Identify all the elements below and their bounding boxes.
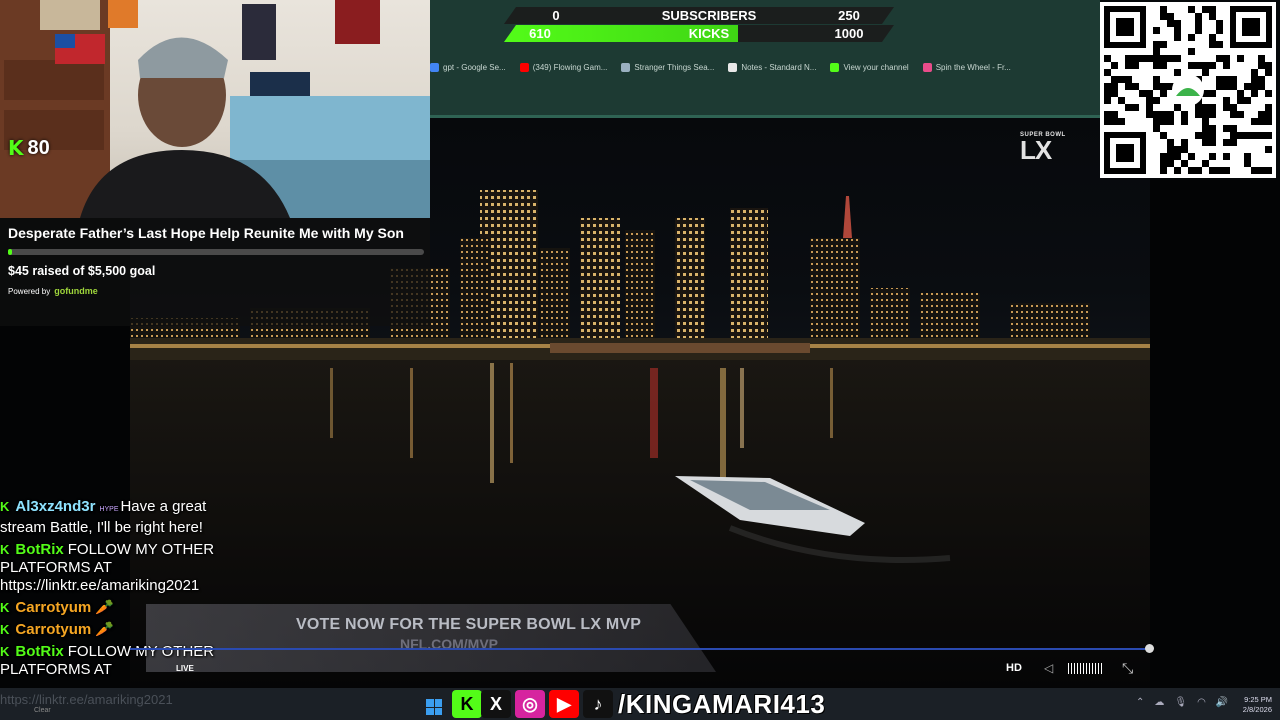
youtube-icon[interactable]: ▶ — [549, 690, 579, 718]
volume-slider[interactable] — [1068, 663, 1102, 674]
kick-badge-icon: K — [0, 499, 10, 514]
viewer-count-value: 80 — [27, 136, 50, 159]
chat-username[interactable]: BotRix — [15, 541, 63, 558]
mic-icon[interactable]: 🎙 — [1174, 697, 1187, 708]
bookmark-1[interactable]: (349) Flowing Gam... — [519, 62, 608, 72]
gofundme-title: Desperate Father’s Last Hope Help Reunit… — [8, 225, 404, 241]
system-clock[interactable]: 9:25 PM 2/8/2026 — [1236, 695, 1272, 715]
hype-badge: HYPE — [99, 506, 121, 513]
gofundme-powered-by: Powered by gofundme — [8, 286, 422, 296]
bookmark-2[interactable]: Stranger Things Sea... — [621, 62, 715, 72]
video-progress-bar[interactable] — [130, 648, 1150, 650]
letterbox-right — [1150, 180, 1280, 688]
kick-logo-icon: K — [8, 136, 24, 160]
chat-message: K Al3xz4nd3r HYPE Have a great stream Batt… — [0, 498, 250, 537]
chat-fade-text: https://linktr.ee/amariking2021 — [0, 692, 173, 707]
stream-screen: gpt - Google Se... (349) Flowing Gam... St… — [0, 0, 1280, 720]
chat-text: 🥕 — [95, 621, 114, 638]
kick-icon — [830, 62, 840, 72]
gofundme-brand: gofundme — [54, 286, 98, 296]
clock-time: 9:25 PM — [1244, 695, 1272, 704]
system-tray[interactable]: ⌃ ☁ 🎙 ◠ 🔊 — [1136, 697, 1228, 708]
clock-date: 2/8/2026 — [1242, 705, 1272, 714]
windows-start-icon[interactable] — [426, 699, 442, 715]
kicks-goal-value: 1000 — [834, 26, 864, 41]
weather-clear-label: Clear — [34, 707, 51, 714]
bookmark-label: Notes - Standard N... — [741, 62, 817, 72]
kick-badge-icon: K — [0, 622, 10, 637]
kick-viewer-count: K 80 — [8, 136, 50, 160]
kick-badge-icon: K — [0, 600, 10, 615]
chat-message: K BotRix FOLLOW MY OTHER PLATFORMS AT http… — [0, 541, 250, 595]
google-icon — [430, 62, 439, 72]
kicks-goal: 610 KICKS 1000 — [504, 25, 894, 42]
bookmark-label: Stranger Things Sea... — [634, 62, 715, 72]
volume-icon[interactable]: ◁ — [1044, 661, 1053, 675]
speaker-icon[interactable]: 🔊 — [1216, 697, 1228, 708]
bookmark-label: View your channel — [843, 62, 909, 72]
subscribers-label: SUBSCRIBERS — [661, 8, 757, 23]
bookmark-5[interactable]: Spin the Wheel - Fr... — [922, 62, 1011, 72]
exit-fullscreen-icon[interactable]: ⤡ — [1122, 660, 1133, 677]
notes-icon — [728, 62, 738, 72]
subscribers-goal-value: 250 — [838, 8, 860, 23]
subscribers-goal: 0 SUBSCRIBERS 250 — [504, 7, 894, 24]
streamer-handle: /KINGAMARI413 — [618, 689, 826, 719]
instagram-icon[interactable]: ◎ — [515, 690, 545, 718]
logo-big-text: LX — [1020, 135, 1052, 165]
webcam-feed: K 80 — [0, 0, 430, 218]
gofundme-progress-fill — [8, 249, 13, 255]
gofundme-widget[interactable]: Desperate Father’s Last Hope Help Reunit… — [0, 218, 430, 326]
tiktok-icon[interactable]: ♪ — [583, 690, 613, 718]
super-bowl-logo: SUPER BOWL LX — [1020, 132, 1066, 165]
kick-badge-icon: K — [0, 542, 10, 557]
chat-username[interactable]: BotRix — [15, 643, 63, 660]
wheel-icon — [922, 62, 932, 72]
site-icon — [621, 62, 631, 72]
bookmark-label: Spin the Wheel - Fr... — [935, 62, 1011, 72]
quality-button[interactable]: HD — [1006, 662, 1022, 674]
youtube-icon — [519, 62, 529, 72]
chat-text: 🥕 — [95, 599, 114, 616]
bookmark-label: (349) Flowing Gam... — [532, 62, 608, 72]
x-icon[interactable]: X — [481, 690, 511, 718]
qr-code-image — [1104, 6, 1272, 174]
chat-overlay: K Al3xz4nd3r HYPE Have a great stream Batt… — [0, 498, 250, 683]
bookmark-label: gpt - Google Se... — [443, 62, 506, 72]
bookmarks-bar: gpt - Google Se... (349) Flowing Gam... St… — [430, 58, 1100, 76]
chat-username[interactable]: Carrotyum — [15, 599, 91, 616]
chat-message: K Carrotyum 🥕 — [0, 621, 250, 639]
chat-username[interactable]: Al3xz4nd3r — [15, 498, 95, 515]
gofundme-raised: $45 raised of $5,500 goal — [8, 264, 156, 278]
kick-icon[interactable]: K — [452, 690, 482, 718]
cloud-icon[interactable]: ☁ — [1154, 697, 1164, 708]
goal-bars: 0 SUBSCRIBERS 250 610 KICKS 1000 — [504, 4, 908, 40]
qr-code — [1100, 2, 1276, 178]
video-progress-knob[interactable] — [1145, 644, 1154, 653]
powered-by-label: Powered by — [8, 286, 51, 296]
kicks-label: KICKS — [688, 26, 730, 41]
wifi-icon[interactable]: ◠ — [1197, 697, 1206, 708]
gofundme-progress-bar — [8, 249, 424, 255]
kicks-current: 610 — [529, 26, 551, 41]
bookmark-0[interactable]: gpt - Google Se... — [430, 62, 506, 72]
chevron-up-icon[interactable]: ⌃ — [1136, 697, 1144, 708]
kick-badge-icon: K — [0, 644, 10, 659]
vote-title: VOTE NOW FOR THE SUPER BOWL LX MVP — [296, 616, 642, 633]
bookmark-3[interactable]: Notes - Standard N... — [728, 62, 817, 72]
live-badge: LIVE — [176, 664, 194, 673]
subscribers-current: 0 — [552, 8, 560, 23]
bookmark-4[interactable]: View your channel — [830, 62, 909, 72]
chat-message: K Carrotyum 🥕 — [0, 599, 250, 617]
webcam-scene — [0, 0, 430, 218]
chat-username[interactable]: Carrotyum — [15, 621, 91, 638]
